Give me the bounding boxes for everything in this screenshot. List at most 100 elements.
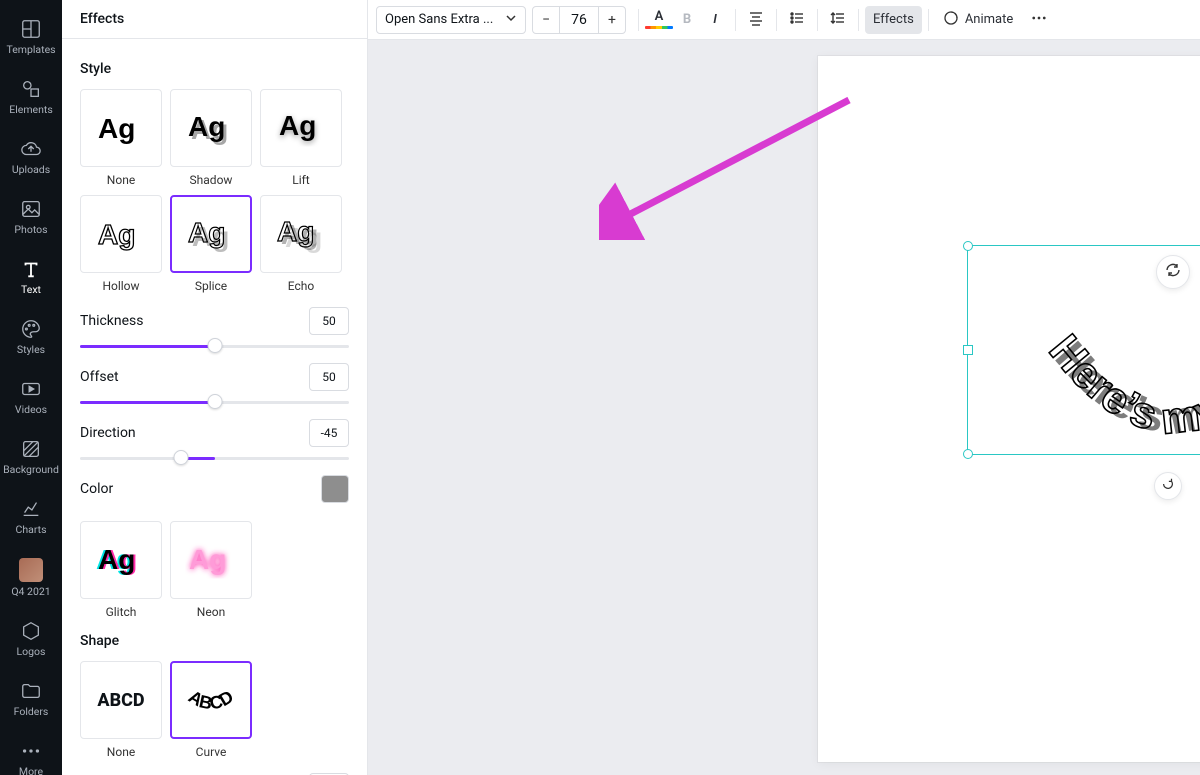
- effects-panel: Effects Style Ag None AgAg Shadow AgAg: [62, 0, 368, 775]
- bold-button[interactable]: B: [673, 6, 701, 34]
- slider-thickness[interactable]: [80, 339, 349, 353]
- panel-title: Effects: [62, 0, 367, 39]
- rail-label: Styles: [17, 343, 45, 356]
- svg-text:Ag: Ag: [96, 544, 133, 575]
- animate-label: Animate: [965, 12, 1013, 27]
- shape-caption: Curve: [170, 745, 252, 759]
- rail-item-uploads[interactable]: Uploads: [0, 126, 62, 186]
- style-echo[interactable]: AgAgAg: [260, 195, 342, 273]
- rotate-icon: [1161, 477, 1175, 495]
- svg-text:Ag: Ag: [98, 219, 135, 250]
- style-caption: Glitch: [80, 605, 162, 619]
- style-label: Style: [80, 61, 349, 77]
- rail-item-folders[interactable]: Folders: [0, 668, 62, 728]
- font-size-incr[interactable]: +: [599, 7, 625, 33]
- rail-label: Uploads: [12, 163, 50, 176]
- rail-label: Templates: [6, 43, 55, 56]
- svg-text:Ag: Ag: [192, 221, 229, 252]
- style-caption: Hollow: [80, 279, 162, 293]
- list-button[interactable]: [783, 6, 811, 34]
- color-swatch[interactable]: [321, 475, 349, 503]
- rail-label: Background: [3, 463, 59, 476]
- spacing-button[interactable]: [824, 6, 852, 34]
- rail-label: Logos: [17, 645, 46, 658]
- svg-text:Ag: Ag: [100, 544, 137, 575]
- rail-item-background[interactable]: Background: [0, 426, 62, 486]
- hatch-icon: [20, 438, 42, 460]
- style-caption: None: [80, 173, 162, 187]
- svg-text:Ag: Ag: [191, 114, 228, 145]
- font-family-label: Open Sans Extra ...: [385, 12, 493, 27]
- slider-value-direction[interactable]: -45: [309, 419, 349, 447]
- style-shadow[interactable]: AgAg: [170, 89, 252, 167]
- rotate-handle[interactable]: [1154, 472, 1182, 500]
- slider-direction[interactable]: [80, 451, 349, 465]
- rail-item-charts[interactable]: Charts: [0, 486, 62, 546]
- animate-button[interactable]: Animate: [935, 6, 1021, 34]
- shape-none[interactable]: ABCD: [80, 661, 162, 739]
- slider-offset[interactable]: [80, 395, 349, 409]
- style-caption: Splice: [170, 279, 252, 293]
- refresh-icon: [1165, 262, 1181, 282]
- rail-label: Photos: [14, 223, 47, 236]
- more-button[interactable]: [1025, 6, 1053, 34]
- regenerate-button[interactable]: [1156, 255, 1190, 289]
- rail-item-logos[interactable]: Logos: [0, 608, 62, 668]
- svg-text:Ag: Ag: [98, 113, 135, 144]
- font-size-value[interactable]: 76: [559, 7, 599, 33]
- effects-label: Effects: [873, 12, 914, 27]
- style-hollow[interactable]: Ag: [80, 195, 162, 273]
- image-icon: [20, 198, 42, 220]
- shape-curve[interactable]: ABCD: [170, 661, 252, 739]
- shape-label: Shape: [80, 633, 349, 649]
- align-center-icon: [748, 10, 764, 30]
- italic-icon: I: [713, 12, 717, 27]
- text-toolbar: Open Sans Extra ... − 76 + A B I: [368, 0, 1200, 40]
- style-none[interactable]: Ag: [80, 89, 162, 167]
- rail-item-videos[interactable]: Videos: [0, 366, 62, 426]
- slider-value-thickness[interactable]: 50: [309, 307, 349, 335]
- style-splice[interactable]: AgAg: [170, 195, 252, 273]
- style-neon[interactable]: AgAg: [170, 521, 252, 599]
- style-lift[interactable]: AgAg: [260, 89, 342, 167]
- rail-item-more[interactable]: More: [0, 728, 62, 775]
- bold-icon: B: [683, 12, 691, 27]
- text-color-button[interactable]: A: [645, 6, 673, 34]
- style-glitch[interactable]: AgAgAg: [80, 521, 162, 599]
- line-spacing-icon: [830, 10, 846, 30]
- cloud-up-icon: [20, 138, 42, 160]
- font-size-decr[interactable]: −: [533, 7, 559, 33]
- svg-text:ABCD: ABCD: [185, 686, 237, 713]
- slider-value-offset[interactable]: 50: [309, 363, 349, 391]
- align-button[interactable]: [742, 6, 770, 34]
- font-family-select[interactable]: Open Sans Extra ...: [376, 6, 526, 34]
- palette-icon: [20, 318, 42, 340]
- video-icon: [20, 378, 42, 400]
- rail-label: Folders: [14, 705, 49, 718]
- chevron-down-icon: [505, 12, 517, 28]
- rail-item-photos[interactable]: Photos: [0, 186, 62, 246]
- chart-line-icon: [20, 498, 42, 520]
- svg-text:Ag: Ag: [98, 544, 135, 575]
- effects-button[interactable]: Effects: [865, 6, 922, 34]
- rail-item-text[interactable]: Text: [0, 246, 62, 306]
- animate-icon: [943, 10, 959, 30]
- rail-item-styles[interactable]: Styles: [0, 306, 62, 366]
- rail-item-templates[interactable]: Templates: [0, 6, 62, 66]
- svg-text:Ag: Ag: [188, 111, 225, 142]
- text-t-icon: [20, 258, 42, 280]
- more-h-icon: [20, 740, 42, 762]
- shape-caption: None: [80, 745, 162, 759]
- italic-button[interactable]: I: [701, 6, 729, 34]
- rail-item-elements[interactable]: Elements: [0, 66, 62, 126]
- slider-label-direction: Direction: [80, 425, 136, 441]
- slider-label-offset: Offset: [80, 369, 119, 385]
- rail-item-q4-2021[interactable]: Q4 2021: [0, 546, 62, 608]
- left-rail: Templates Elements Uploads Photos Text S…: [0, 0, 62, 775]
- style-caption: Shadow: [170, 173, 252, 187]
- style-grid: Ag None AgAg Shadow AgAg Lift Ag: [80, 89, 349, 293]
- style-caption: Echo: [260, 279, 342, 293]
- rail-label: Charts: [16, 523, 47, 536]
- font-size-stepper[interactable]: − 76 +: [532, 6, 626, 34]
- list-icon: [789, 10, 805, 30]
